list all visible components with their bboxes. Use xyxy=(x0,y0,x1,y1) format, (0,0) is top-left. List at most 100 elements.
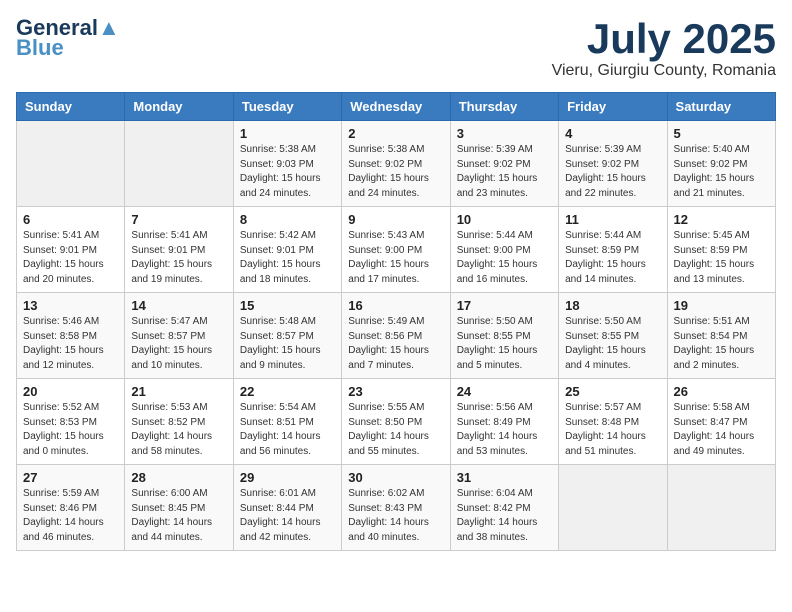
logo-text-line2: Blue xyxy=(16,36,64,60)
day-info: Sunrise: 5:38 AM Sunset: 9:03 PM Dayligh… xyxy=(240,143,335,201)
calendar-cell: 15 Sunrise: 5:48 AM Sunset: 8:57 PM Dayli… xyxy=(233,293,341,379)
calendar-cell: 8 Sunrise: 5:42 AM Sunset: 9:01 PM Daylig… xyxy=(233,207,341,293)
calendar-cell: 11 Sunrise: 5:44 AM Sunset: 8:59 PM Dayli… xyxy=(559,207,667,293)
day-number: 17 xyxy=(457,298,552,313)
day-info: Sunrise: 5:56 AM Sunset: 8:49 PM Dayligh… xyxy=(457,401,552,459)
calendar-cell: 7 Sunrise: 5:41 AM Sunset: 9:01 PM Daylig… xyxy=(125,207,233,293)
calendar-cell: 14 Sunrise: 5:47 AM Sunset: 8:57 PM Dayli… xyxy=(125,293,233,379)
weekday-header-sunday: Sunday xyxy=(17,93,125,121)
day-number: 26 xyxy=(674,384,769,399)
day-info: Sunrise: 5:54 AM Sunset: 8:51 PM Dayligh… xyxy=(240,401,335,459)
day-number: 27 xyxy=(23,470,118,485)
day-number: 18 xyxy=(565,298,660,313)
weekday-header-saturday: Saturday xyxy=(667,93,775,121)
day-number: 25 xyxy=(565,384,660,399)
calendar-cell: 29 Sunrise: 6:01 AM Sunset: 8:44 PM Dayli… xyxy=(233,465,341,551)
calendar-cell: 1 Sunrise: 5:38 AM Sunset: 9:03 PM Daylig… xyxy=(233,121,341,207)
day-number: 2 xyxy=(348,126,443,141)
calendar-cell: 3 Sunrise: 5:39 AM Sunset: 9:02 PM Daylig… xyxy=(450,121,558,207)
day-info: Sunrise: 5:59 AM Sunset: 8:46 PM Dayligh… xyxy=(23,487,118,545)
day-number: 8 xyxy=(240,212,335,227)
calendar-cell: 19 Sunrise: 5:51 AM Sunset: 8:54 PM Dayli… xyxy=(667,293,775,379)
calendar-cell: 24 Sunrise: 5:56 AM Sunset: 8:49 PM Dayli… xyxy=(450,379,558,465)
calendar-cell: 16 Sunrise: 5:49 AM Sunset: 8:56 PM Dayli… xyxy=(342,293,450,379)
calendar-cell: 27 Sunrise: 5:59 AM Sunset: 8:46 PM Dayli… xyxy=(17,465,125,551)
day-info: Sunrise: 5:44 AM Sunset: 9:00 PM Dayligh… xyxy=(457,229,552,287)
day-number: 30 xyxy=(348,470,443,485)
calendar-cell xyxy=(17,121,125,207)
calendar-table: SundayMondayTuesdayWednesdayThursdayFrid… xyxy=(16,92,776,551)
day-info: Sunrise: 5:41 AM Sunset: 9:01 PM Dayligh… xyxy=(23,229,118,287)
day-number: 10 xyxy=(457,212,552,227)
calendar-cell: 30 Sunrise: 6:02 AM Sunset: 8:43 PM Dayli… xyxy=(342,465,450,551)
calendar-cell: 17 Sunrise: 5:50 AM Sunset: 8:55 PM Dayli… xyxy=(450,293,558,379)
calendar-cell xyxy=(667,465,775,551)
day-number: 28 xyxy=(131,470,226,485)
calendar-cell: 6Sunrise: 5:41 AM Sunset: 9:01 PM Daylig… xyxy=(17,207,125,293)
day-info: Sunrise: 6:04 AM Sunset: 8:42 PM Dayligh… xyxy=(457,487,552,545)
day-number: 24 xyxy=(457,384,552,399)
calendar-week-4: 20 Sunrise: 5:52 AM Sunset: 8:53 PM Dayli… xyxy=(17,379,776,465)
day-number: 7 xyxy=(131,212,226,227)
day-info: Sunrise: 5:41 AM Sunset: 9:01 PM Dayligh… xyxy=(131,229,226,287)
calendar-header-row: SundayMondayTuesdayWednesdayThursdayFrid… xyxy=(17,93,776,121)
calendar-cell: 2 Sunrise: 5:38 AM Sunset: 9:02 PM Daylig… xyxy=(342,121,450,207)
day-info: Sunrise: 5:38 AM Sunset: 9:02 PM Dayligh… xyxy=(348,143,443,201)
day-number: 29 xyxy=(240,470,335,485)
day-info: Sunrise: 5:45 AM Sunset: 8:59 PM Dayligh… xyxy=(674,229,769,287)
day-info: Sunrise: 5:46 AM Sunset: 8:58 PM Dayligh… xyxy=(23,315,118,373)
day-number: 22 xyxy=(240,384,335,399)
month-title: July 2025 xyxy=(552,16,776,62)
calendar-cell xyxy=(559,465,667,551)
day-info: Sunrise: 5:39 AM Sunset: 9:02 PM Dayligh… xyxy=(457,143,552,201)
day-number: 5 xyxy=(674,126,769,141)
day-info: Sunrise: 5:57 AM Sunset: 8:48 PM Dayligh… xyxy=(565,401,660,459)
day-info: Sunrise: 6:00 AM Sunset: 8:45 PM Dayligh… xyxy=(131,487,226,545)
calendar-cell: 5 Sunrise: 5:40 AM Sunset: 9:02 PM Daylig… xyxy=(667,121,775,207)
day-number: 9 xyxy=(348,212,443,227)
weekday-header-wednesday: Wednesday xyxy=(342,93,450,121)
calendar-week-1: 1 Sunrise: 5:38 AM Sunset: 9:03 PM Daylig… xyxy=(17,121,776,207)
day-number: 20 xyxy=(23,384,118,399)
day-info: Sunrise: 5:50 AM Sunset: 8:55 PM Dayligh… xyxy=(565,315,660,373)
day-info: Sunrise: 5:47 AM Sunset: 8:57 PM Dayligh… xyxy=(131,315,226,373)
calendar-cell: 28 Sunrise: 6:00 AM Sunset: 8:45 PM Dayli… xyxy=(125,465,233,551)
calendar-cell: 31 Sunrise: 6:04 AM Sunset: 8:42 PM Dayli… xyxy=(450,465,558,551)
day-info: Sunrise: 6:02 AM Sunset: 8:43 PM Dayligh… xyxy=(348,487,443,545)
day-info: Sunrise: 5:40 AM Sunset: 9:02 PM Dayligh… xyxy=(674,143,769,201)
day-number: 21 xyxy=(131,384,226,399)
day-info: Sunrise: 5:52 AM Sunset: 8:53 PM Dayligh… xyxy=(23,401,118,459)
calendar-cell: 25 Sunrise: 5:57 AM Sunset: 8:48 PM Dayli… xyxy=(559,379,667,465)
day-info: Sunrise: 5:39 AM Sunset: 9:02 PM Dayligh… xyxy=(565,143,660,201)
calendar-cell xyxy=(125,121,233,207)
day-info: Sunrise: 5:42 AM Sunset: 9:01 PM Dayligh… xyxy=(240,229,335,287)
day-info: Sunrise: 5:51 AM Sunset: 8:54 PM Dayligh… xyxy=(674,315,769,373)
calendar-cell: 22 Sunrise: 5:54 AM Sunset: 8:51 PM Dayli… xyxy=(233,379,341,465)
day-info: Sunrise: 5:44 AM Sunset: 8:59 PM Dayligh… xyxy=(565,229,660,287)
calendar-cell: 18 Sunrise: 5:50 AM Sunset: 8:55 PM Dayli… xyxy=(559,293,667,379)
day-number: 4 xyxy=(565,126,660,141)
day-info: Sunrise: 5:48 AM Sunset: 8:57 PM Dayligh… xyxy=(240,315,335,373)
calendar-cell: 4 Sunrise: 5:39 AM Sunset: 9:02 PM Daylig… xyxy=(559,121,667,207)
calendar-cell: 20 Sunrise: 5:52 AM Sunset: 8:53 PM Dayli… xyxy=(17,379,125,465)
day-number: 1 xyxy=(240,126,335,141)
day-number: 14 xyxy=(131,298,226,313)
calendar-week-3: 13 Sunrise: 5:46 AM Sunset: 8:58 PM Dayli… xyxy=(17,293,776,379)
day-number: 11 xyxy=(565,212,660,227)
weekday-header-friday: Friday xyxy=(559,93,667,121)
calendar-cell: 13 Sunrise: 5:46 AM Sunset: 8:58 PM Dayli… xyxy=(17,293,125,379)
day-number: 16 xyxy=(348,298,443,313)
weekday-header-tuesday: Tuesday xyxy=(233,93,341,121)
day-info: Sunrise: 6:01 AM Sunset: 8:44 PM Dayligh… xyxy=(240,487,335,545)
calendar-cell: 26Sunrise: 5:58 AM Sunset: 8:47 PM Dayli… xyxy=(667,379,775,465)
day-number: 31 xyxy=(457,470,552,485)
day-number: 19 xyxy=(674,298,769,313)
day-number: 12 xyxy=(674,212,769,227)
day-number: 3 xyxy=(457,126,552,141)
day-number: 13 xyxy=(23,298,118,313)
weekday-header-thursday: Thursday xyxy=(450,93,558,121)
day-info: Sunrise: 5:49 AM Sunset: 8:56 PM Dayligh… xyxy=(348,315,443,373)
title-block: July 2025 Vieru, Giurgiu County, Romania xyxy=(552,16,776,80)
day-info: Sunrise: 5:50 AM Sunset: 8:55 PM Dayligh… xyxy=(457,315,552,373)
day-number: 15 xyxy=(240,298,335,313)
